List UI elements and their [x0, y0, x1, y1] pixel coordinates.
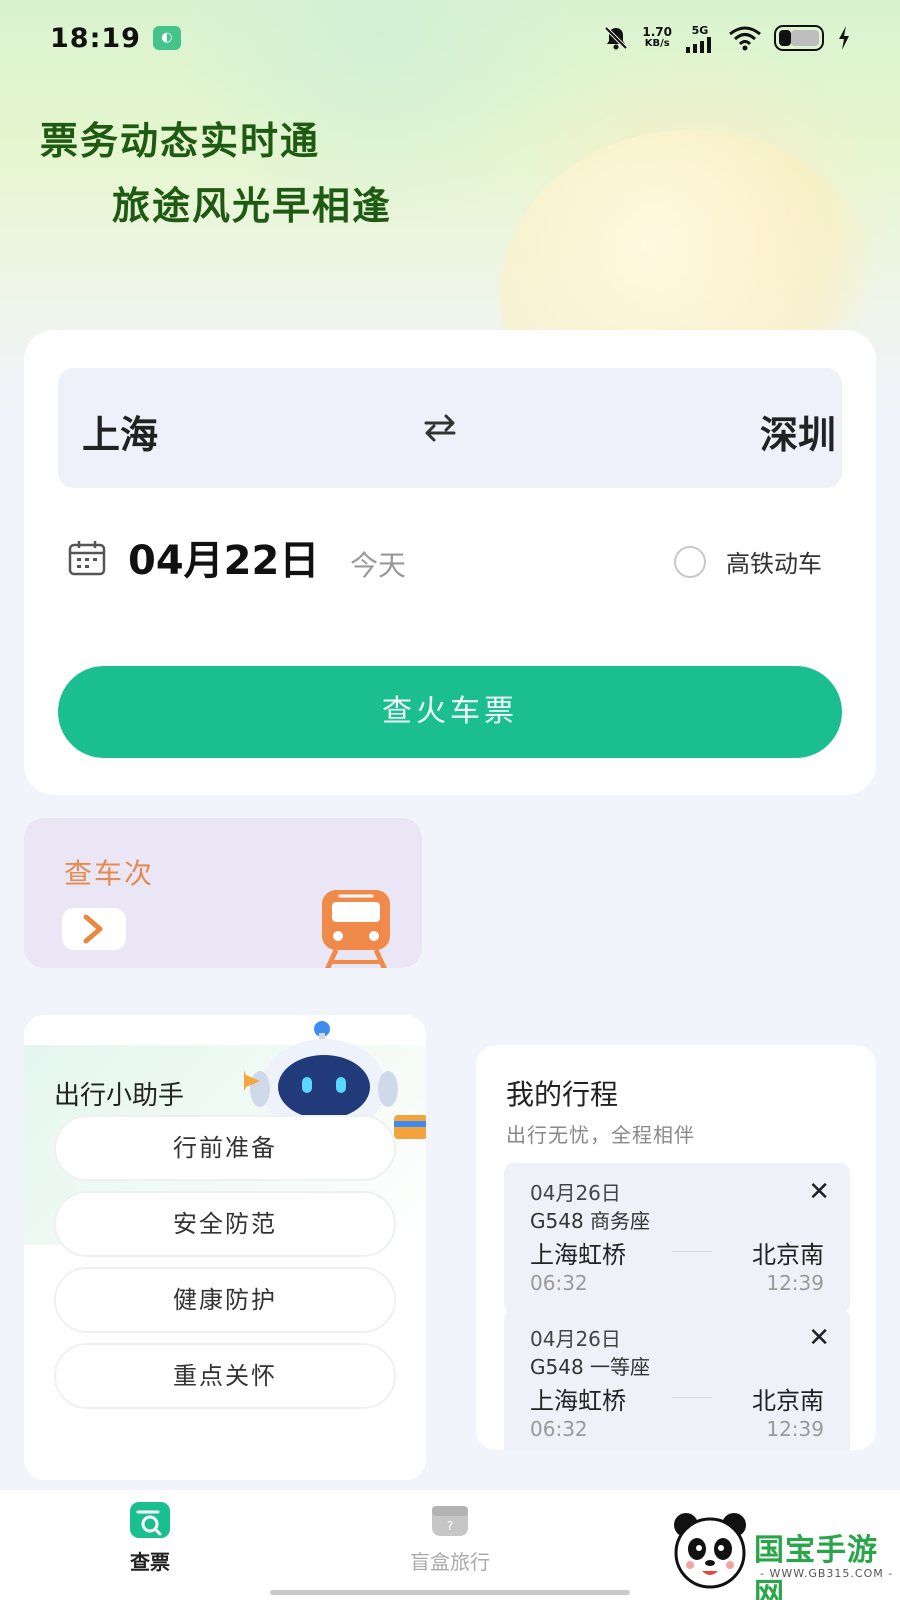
assistant-title: 出行小助手	[54, 1081, 185, 1111]
tab-ticket-search[interactable]: 查票	[70, 1500, 230, 1575]
my-trips-subtitle: 出行无忧，全程相伴	[506, 1123, 695, 1147]
watermark: 国宝手游网 - WWW.GB315.COM -	[660, 1505, 900, 1600]
status-icons: 1.70 KB/s 5G	[602, 24, 850, 53]
swap-arrows-icon[interactable]	[420, 408, 460, 448]
train-query-card[interactable]: 查车次	[24, 818, 422, 968]
assistant-item-pre-trip[interactable]: 行前准备	[54, 1115, 396, 1181]
chevron-right-icon	[83, 914, 103, 944]
assistant-item-safety[interactable]: 安全防范	[54, 1191, 396, 1257]
assistant-item-health[interactable]: 健康防护	[54, 1267, 396, 1333]
trip-arrival-time: 12:39	[766, 1417, 824, 1441]
trip-train-seat: G548 商务座	[530, 1209, 651, 1233]
net-speed-value: 1.70	[642, 25, 672, 39]
to-city[interactable]: 深圳	[760, 404, 836, 459]
panda-logo-icon	[674, 1513, 746, 1589]
battery-icon	[774, 25, 824, 51]
my-trips-title: 我的行程	[506, 1078, 619, 1111]
network-type: 5G	[691, 23, 709, 37]
gift-box-icon: ?	[432, 1506, 468, 1536]
status-bar: 18:19 ◐ 1.70 KB/s 5G	[0, 0, 900, 76]
trip-item[interactable]: 04月26日 ✕ G548 商务座 上海虹桥 北京南 06:32 12:39	[504, 1163, 850, 1313]
mute-bell-icon	[604, 26, 628, 50]
travel-assistant-card: 出行小助手 行前准备 安全防范 健康防护 重点关怀	[24, 1015, 426, 1480]
close-icon[interactable]: ✕	[808, 1177, 830, 1207]
departure-date[interactable]: 04月22日	[128, 528, 319, 586]
close-icon[interactable]: ✕	[808, 1323, 830, 1353]
trip-from-station: 上海虹桥	[530, 1241, 626, 1269]
trip-arrival-time: 12:39	[766, 1271, 824, 1295]
train-query-title: 查车次	[64, 857, 155, 890]
tab-blind-box-travel[interactable]: ? 盲盒旅行	[370, 1500, 530, 1575]
net-speed-unit: KB/s	[644, 38, 670, 49]
from-city[interactable]: 上海	[82, 404, 158, 459]
trip-train-seat: G548 一等座	[530, 1355, 651, 1379]
high-speed-label[interactable]: 高铁动车	[726, 544, 822, 579]
trip-date: 04月26日	[530, 1181, 621, 1205]
trip-departure-time: 06:32	[530, 1417, 588, 1441]
hero-slogan-line2: 旅途风光早相逢	[112, 184, 393, 228]
trip-item[interactable]: 04月26日 ✕ G548 一等座 上海虹桥 北京南 06:32 12:39	[504, 1309, 850, 1450]
svg-text:?: ?	[447, 1519, 453, 1533]
wifi-icon	[729, 26, 761, 51]
ticket-search-card: 上海 深圳 04月22日 今天 高铁动车 查火车票	[24, 330, 876, 795]
tab-ticket-label: 查票	[130, 1550, 170, 1574]
date-relative-label: 今天	[350, 549, 407, 582]
trip-route-line	[672, 1397, 712, 1398]
net-speed: 1.70 KB/s	[642, 26, 672, 50]
charging-icon	[839, 26, 849, 50]
my-trips-card: 我的行程 出行无忧，全程相伴 04月26日 ✕ G548 商务座 上海虹桥 北京…	[476, 1045, 876, 1450]
hero-slogan-line1: 票务动态实时通	[40, 119, 321, 163]
status-time: 18:19	[50, 22, 141, 54]
trip-to-station: 北京南	[752, 1387, 824, 1415]
trip-from-station: 上海虹桥	[530, 1387, 626, 1415]
search-tickets-button[interactable]: 查火车票	[58, 666, 842, 758]
train-query-arrow-button[interactable]	[62, 908, 126, 950]
signal-group: 5G	[684, 24, 716, 53]
signal-icon	[686, 36, 711, 53]
app-notification-icon: ◐	[152, 26, 181, 50]
watermark-text: 国宝手游网	[754, 1533, 878, 1600]
ticket-search-icon	[130, 1502, 170, 1538]
train-icon	[322, 890, 390, 968]
calendar-icon	[68, 541, 106, 576]
route-selector: 上海 深圳	[58, 368, 842, 488]
assistant-item-special-care[interactable]: 重点关怀	[54, 1343, 396, 1409]
watermark-url: - WWW.GB315.COM -	[760, 1567, 894, 1580]
tab-blind-box-label: 盲盒旅行	[410, 1550, 490, 1574]
trip-departure-time: 06:32	[530, 1271, 588, 1295]
trip-to-station: 北京南	[752, 1241, 824, 1269]
high-speed-radio[interactable]	[674, 546, 706, 578]
home-indicator	[270, 1590, 630, 1595]
trip-date: 04月26日	[530, 1327, 621, 1351]
trip-route-line	[672, 1251, 712, 1252]
